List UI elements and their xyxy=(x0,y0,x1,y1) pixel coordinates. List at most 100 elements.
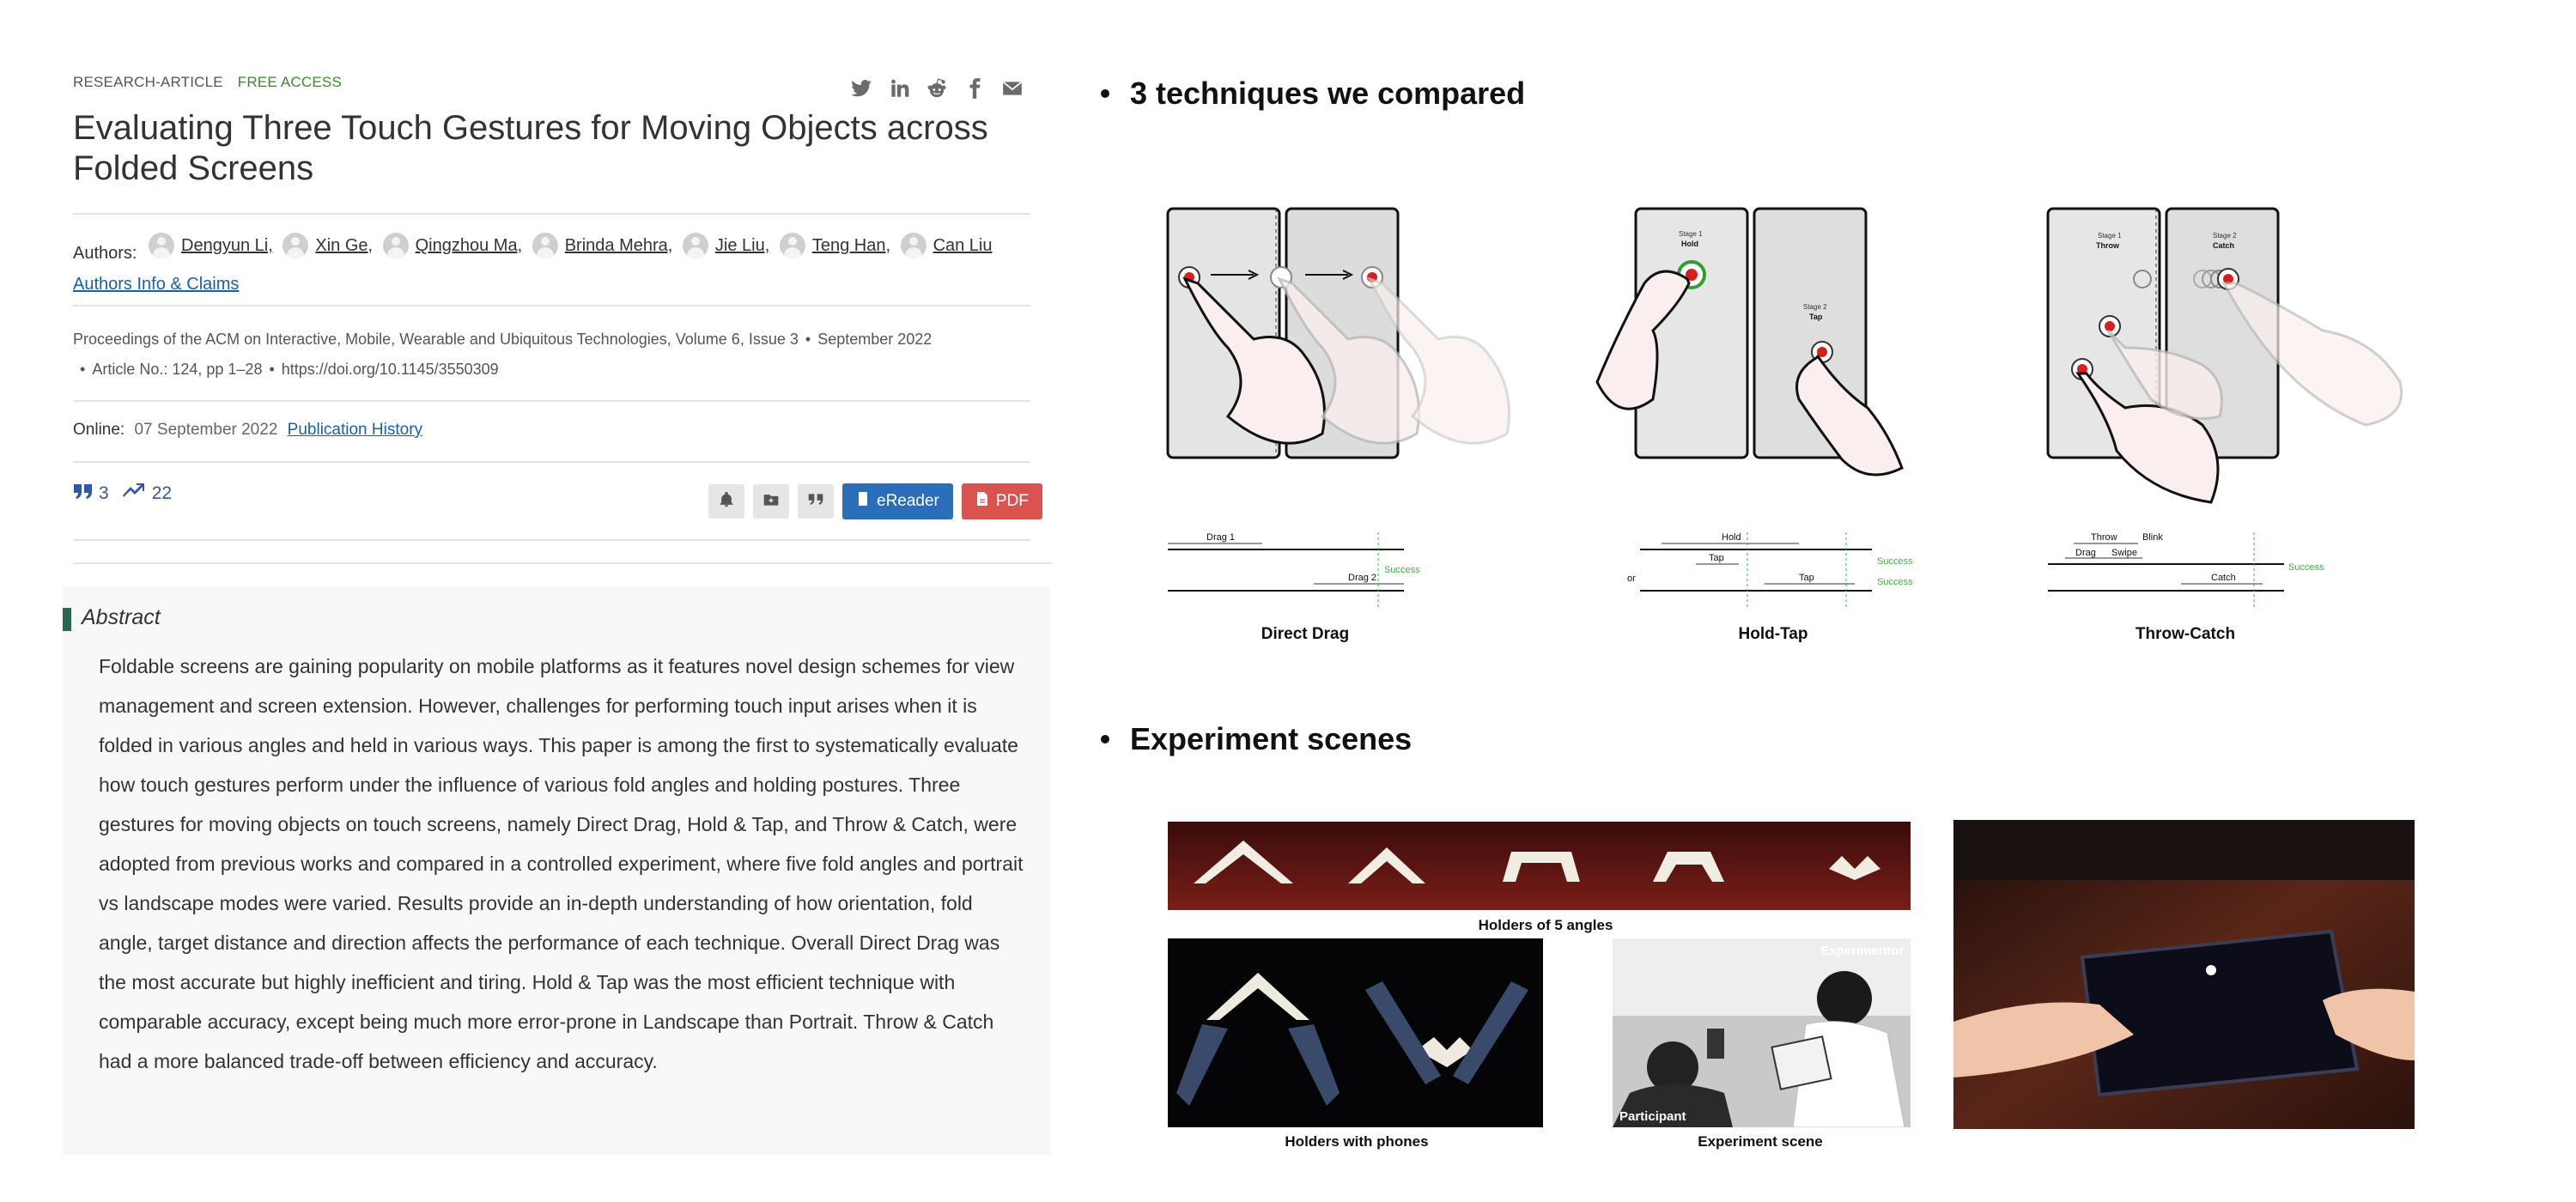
abstract-marker xyxy=(63,608,71,631)
experimentor-label: Experimentor xyxy=(1820,944,1904,958)
reddit-icon[interactable] xyxy=(926,77,948,100)
quote-icon xyxy=(73,483,94,505)
avatar xyxy=(779,233,805,258)
author-item[interactable]: Brinda Mehra, xyxy=(532,230,673,261)
save-to-binder-button[interactable] xyxy=(753,484,789,519)
authors-info-link[interactable]: Authors Info & Claims xyxy=(73,275,239,294)
journal-name[interactable]: Proceedings of the ACM on Interactive, M… xyxy=(73,331,671,348)
author-item[interactable]: Jie Liu, xyxy=(682,230,769,261)
stage-name: Hold xyxy=(1681,240,1698,248)
abstract-text: Foldable screens are gaining popularity … xyxy=(99,655,1024,1072)
pdf-button[interactable]: PDF xyxy=(961,483,1042,519)
avatar xyxy=(382,233,409,258)
article-type-label: RESEARCH-ARTICLE xyxy=(73,74,223,90)
facebook-icon[interactable] xyxy=(963,77,986,100)
author-item[interactable]: Qingzhou Ma, xyxy=(382,230,523,261)
slide-panel: 3 techniques we compared Drag 1 Drag 2 S… xyxy=(1065,0,2576,1202)
participant-label: Participant xyxy=(1619,1109,1686,1124)
heading-techniques: 3 techniques we compared xyxy=(1101,76,1525,112)
author-name[interactable]: Teng Han, xyxy=(812,230,890,261)
publication-history-link[interactable]: Publication History xyxy=(288,421,422,439)
divider xyxy=(73,461,1030,463)
author-name[interactable]: Dengyun Li, xyxy=(181,230,273,261)
hold-tap-figure: Stage 1 Hold Stage 2 Tap xyxy=(1584,202,1945,485)
heading-experiment-text: Experiment scenes xyxy=(1130,721,1413,756)
download-count[interactable]: 22 xyxy=(152,483,172,504)
avatar xyxy=(283,233,309,258)
timeline-label-tap: Tap xyxy=(1709,553,1724,563)
stage-label: Stage 2 xyxy=(1803,303,1827,311)
hold-tap-caption: Hold-Tap xyxy=(1738,625,1808,643)
article-type: RESEARCH-ARTICLE FREE ACCESS xyxy=(73,74,342,91)
alert-button[interactable] xyxy=(708,484,744,519)
reader-icon xyxy=(856,491,870,512)
timeline-label-drag: Drag xyxy=(2075,548,2096,558)
throw-catch-figure: Stage 1 Throw Stage 2 Catch xyxy=(2039,202,2434,528)
online-date: 07 September 2022 xyxy=(134,421,278,439)
experiment-scene-caption: Experiment scene xyxy=(1698,1133,1823,1150)
divider xyxy=(73,400,1030,402)
timeline-label-hold: Hold xyxy=(1722,532,1741,543)
article-title: Evaluating Three Touch Gestures for Movi… xyxy=(73,109,988,187)
twitter-icon[interactable] xyxy=(850,77,872,100)
holders-phones-caption: Holders with phones xyxy=(1285,1133,1429,1150)
separator-dot: • xyxy=(805,331,811,348)
divider xyxy=(73,213,1030,215)
author-item[interactable]: Xin Ge, xyxy=(283,230,373,261)
issue[interactable]: Issue 3 xyxy=(749,331,799,348)
cite-button[interactable] xyxy=(798,484,834,519)
author-name[interactable]: Jie Liu, xyxy=(715,230,769,261)
experiment-scene-photo: Experimentor Participant xyxy=(1613,938,1911,1127)
pdf-label: PDF xyxy=(995,492,1029,510)
divider xyxy=(73,539,1030,541)
direct-drag-caption: Direct Drag xyxy=(1261,625,1350,643)
citation-count[interactable]: 3 xyxy=(99,483,109,504)
author-item[interactable]: Dengyun Li, xyxy=(149,230,273,261)
timeline-label-drag1: Drag 1 xyxy=(1206,532,1235,543)
trending-icon xyxy=(122,483,147,505)
heading-experiment-scenes: Experiment scenes xyxy=(1101,721,1412,757)
timeline-label-throw: Throw xyxy=(2091,532,2117,543)
stage-label: Stage 1 xyxy=(2098,232,2122,240)
authors-label: Authors: xyxy=(73,244,137,263)
linkedin-icon[interactable] xyxy=(888,77,910,100)
volume[interactable]: Volume 6, xyxy=(676,331,744,348)
ereader-button[interactable]: eReader xyxy=(842,483,953,519)
holding-device-photo xyxy=(1953,820,2415,1129)
issue-date: September 2022 xyxy=(817,331,933,348)
direct-drag-timeline: Drag 1 Drag 2 Success xyxy=(1159,528,1443,614)
author-name[interactable]: Brinda Mehra, xyxy=(565,230,673,261)
avatar xyxy=(532,233,558,258)
author-name[interactable]: Xin Ge, xyxy=(315,230,373,261)
timeline-or-label: or xyxy=(1627,574,1636,584)
share-bar xyxy=(850,77,1024,100)
email-icon[interactable] xyxy=(1001,77,1024,100)
online-label: Online: xyxy=(73,421,125,439)
heading-techniques-text: 3 techniques we compared xyxy=(1130,76,1526,111)
direct-drag-figure xyxy=(1159,202,1537,459)
bell-icon xyxy=(718,491,735,513)
doi-link[interactable]: https://doi.org/10.1145/3550309 xyxy=(282,361,499,378)
publication-info: Proceedings of the ACM on Interactive, M… xyxy=(73,325,1035,385)
timeline-success: Success xyxy=(1877,577,1913,587)
folder-add-icon xyxy=(762,491,780,513)
abstract-section: Abstract Foldable screens are gaining po… xyxy=(63,586,1050,1155)
author-name[interactable]: Can Liu xyxy=(933,230,993,261)
page-range: pp 1–28 xyxy=(206,361,263,378)
author-item[interactable]: Can Liu xyxy=(900,230,993,261)
stage-name: Tap xyxy=(1809,313,1823,321)
abstract-title: Abstract xyxy=(82,605,161,629)
article-metrics: 3 22 xyxy=(73,483,172,505)
avatar xyxy=(682,233,708,258)
author-name[interactable]: Qingzhou Ma, xyxy=(416,230,523,261)
throw-catch-timeline: Throw Blink Drag Swipe Catch Success xyxy=(2039,528,2340,614)
timeline-success: Success xyxy=(1877,556,1913,567)
author-item[interactable]: Teng Han, xyxy=(779,230,890,261)
divider xyxy=(73,562,1052,564)
stage-label: Stage 1 xyxy=(1679,230,1703,238)
timeline-label-tap2: Tap xyxy=(1799,573,1814,583)
timeline-label-catch: Catch xyxy=(2211,573,2236,583)
access-label: FREE ACCESS xyxy=(237,74,342,90)
timeline-success: Success xyxy=(1384,565,1420,575)
author-list: Authors: Dengyun Li, Xin Ge, Qingzhou Ma… xyxy=(73,230,1035,300)
